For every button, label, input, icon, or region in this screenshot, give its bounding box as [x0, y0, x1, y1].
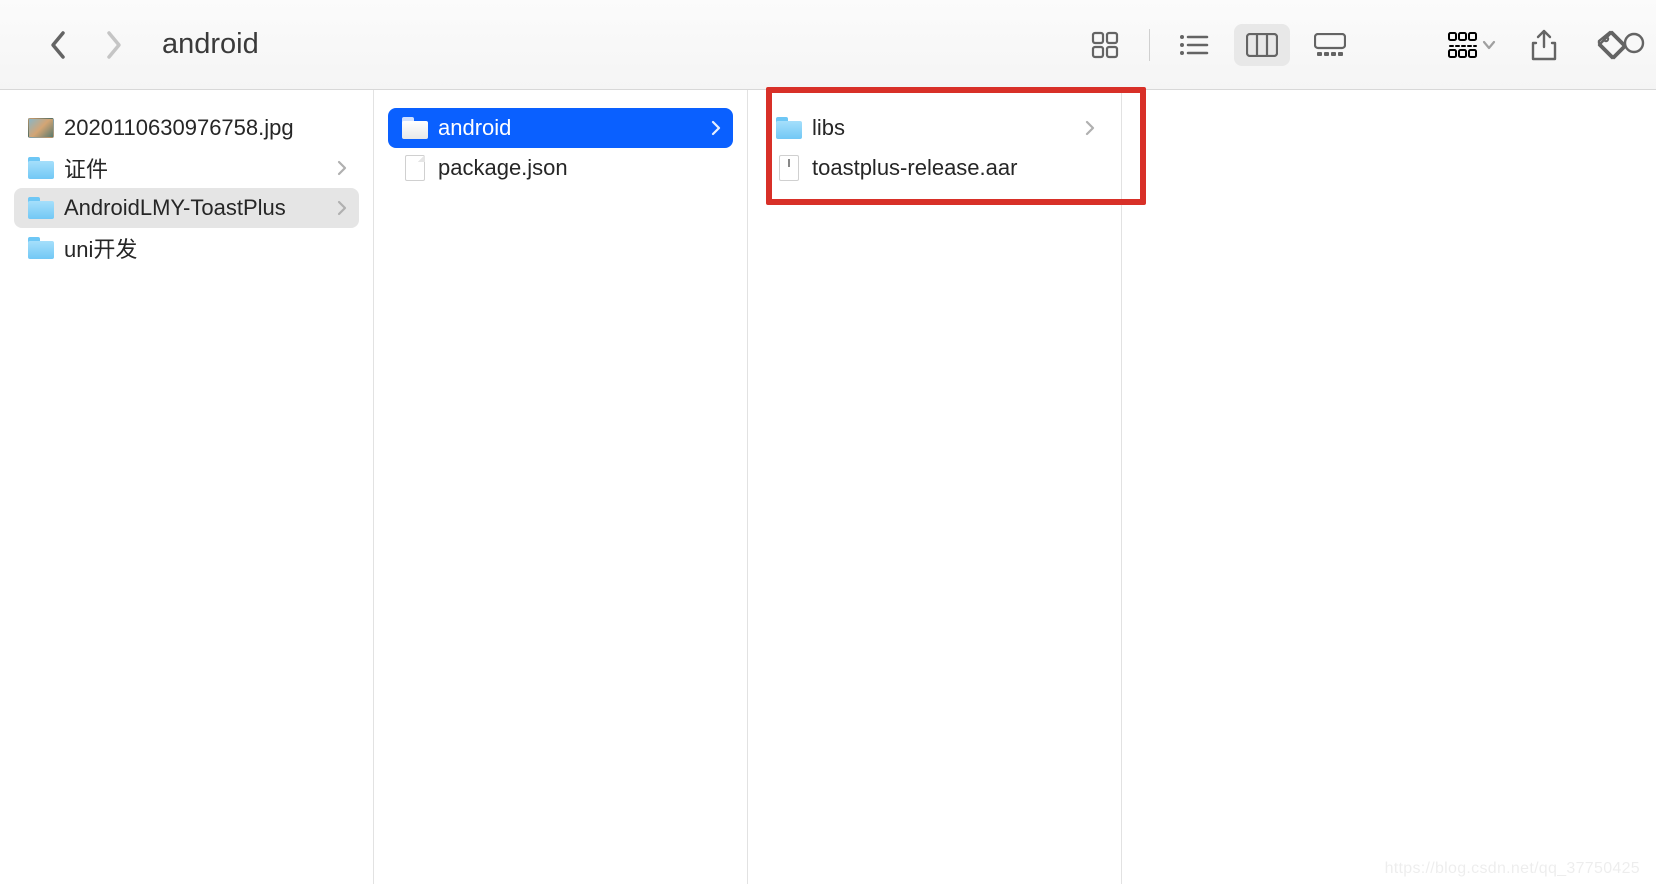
item-label: libs	[812, 115, 1075, 141]
search-button[interactable]	[1616, 16, 1656, 74]
folder-icon	[28, 155, 54, 181]
image-icon	[28, 115, 54, 141]
column-1: 2020110630976758.jpg 证件 AndroidLMY-Toast…	[0, 90, 374, 884]
back-button[interactable]	[44, 31, 72, 59]
chevron-right-icon	[711, 120, 721, 136]
gallery-icon	[1314, 33, 1346, 57]
item-label: uni开发	[64, 232, 347, 264]
folder-item-selected[interactable]: AndroidLMY-ToastPlus	[14, 188, 359, 228]
view-gallery-button[interactable]	[1302, 24, 1358, 66]
file-item[interactable]: 2020110630976758.jpg	[14, 108, 359, 148]
folder-icon	[776, 115, 802, 141]
item-label: android	[438, 115, 701, 141]
toolbar-actions	[1448, 25, 1632, 65]
column-2: android package.json	[374, 90, 748, 884]
folder-item[interactable]: 证件	[14, 148, 359, 188]
toolbar-divider	[1149, 29, 1150, 61]
view-icons-button[interactable]	[1077, 24, 1133, 66]
folder-icon	[28, 235, 54, 261]
path-title: android	[162, 28, 259, 61]
columns-icon	[1246, 33, 1278, 57]
folder-item[interactable]: libs	[762, 108, 1107, 148]
folder-icon	[402, 115, 428, 141]
group-button[interactable]	[1448, 32, 1496, 58]
chevron-right-icon	[337, 160, 347, 176]
search-icon	[1622, 31, 1650, 59]
share-button[interactable]	[1524, 25, 1564, 65]
chevron-right-icon	[105, 30, 123, 60]
chevron-down-icon	[1482, 40, 1496, 50]
file-item[interactable]: toastplus-release.aar	[762, 148, 1107, 188]
grid-icon	[1091, 31, 1119, 59]
file-item[interactable]: package.json	[388, 148, 733, 188]
view-columns-button[interactable]	[1234, 24, 1290, 66]
item-label: 2020110630976758.jpg	[64, 115, 347, 141]
column-4	[1122, 90, 1656, 884]
item-label: toastplus-release.aar	[812, 155, 1095, 181]
watermark: https://blog.csdn.net/qq_37750425	[1385, 860, 1640, 878]
item-label: package.json	[438, 155, 721, 181]
share-icon	[1531, 29, 1557, 61]
list-icon	[1179, 33, 1209, 57]
chevron-right-icon	[337, 200, 347, 216]
nav-buttons	[44, 31, 128, 59]
chevron-left-icon	[49, 30, 67, 60]
item-label: AndroidLMY-ToastPlus	[64, 195, 327, 221]
view-mode-group	[1077, 24, 1358, 66]
item-label: 证件	[64, 152, 327, 184]
column-3: libs toastplus-release.aar	[748, 90, 1122, 884]
group-icon	[1448, 32, 1478, 58]
chevron-right-icon	[1085, 120, 1095, 136]
column-browser: 2020110630976758.jpg 证件 AndroidLMY-Toast…	[0, 90, 1656, 884]
folder-item-selected[interactable]: android	[388, 108, 733, 148]
aar-icon	[776, 155, 802, 181]
forward-button[interactable]	[100, 31, 128, 59]
doc-icon	[402, 155, 428, 181]
folder-icon	[28, 195, 54, 221]
toolbar: android	[0, 0, 1656, 90]
folder-item[interactable]: uni开发	[14, 228, 359, 268]
view-list-button[interactable]	[1166, 24, 1222, 66]
